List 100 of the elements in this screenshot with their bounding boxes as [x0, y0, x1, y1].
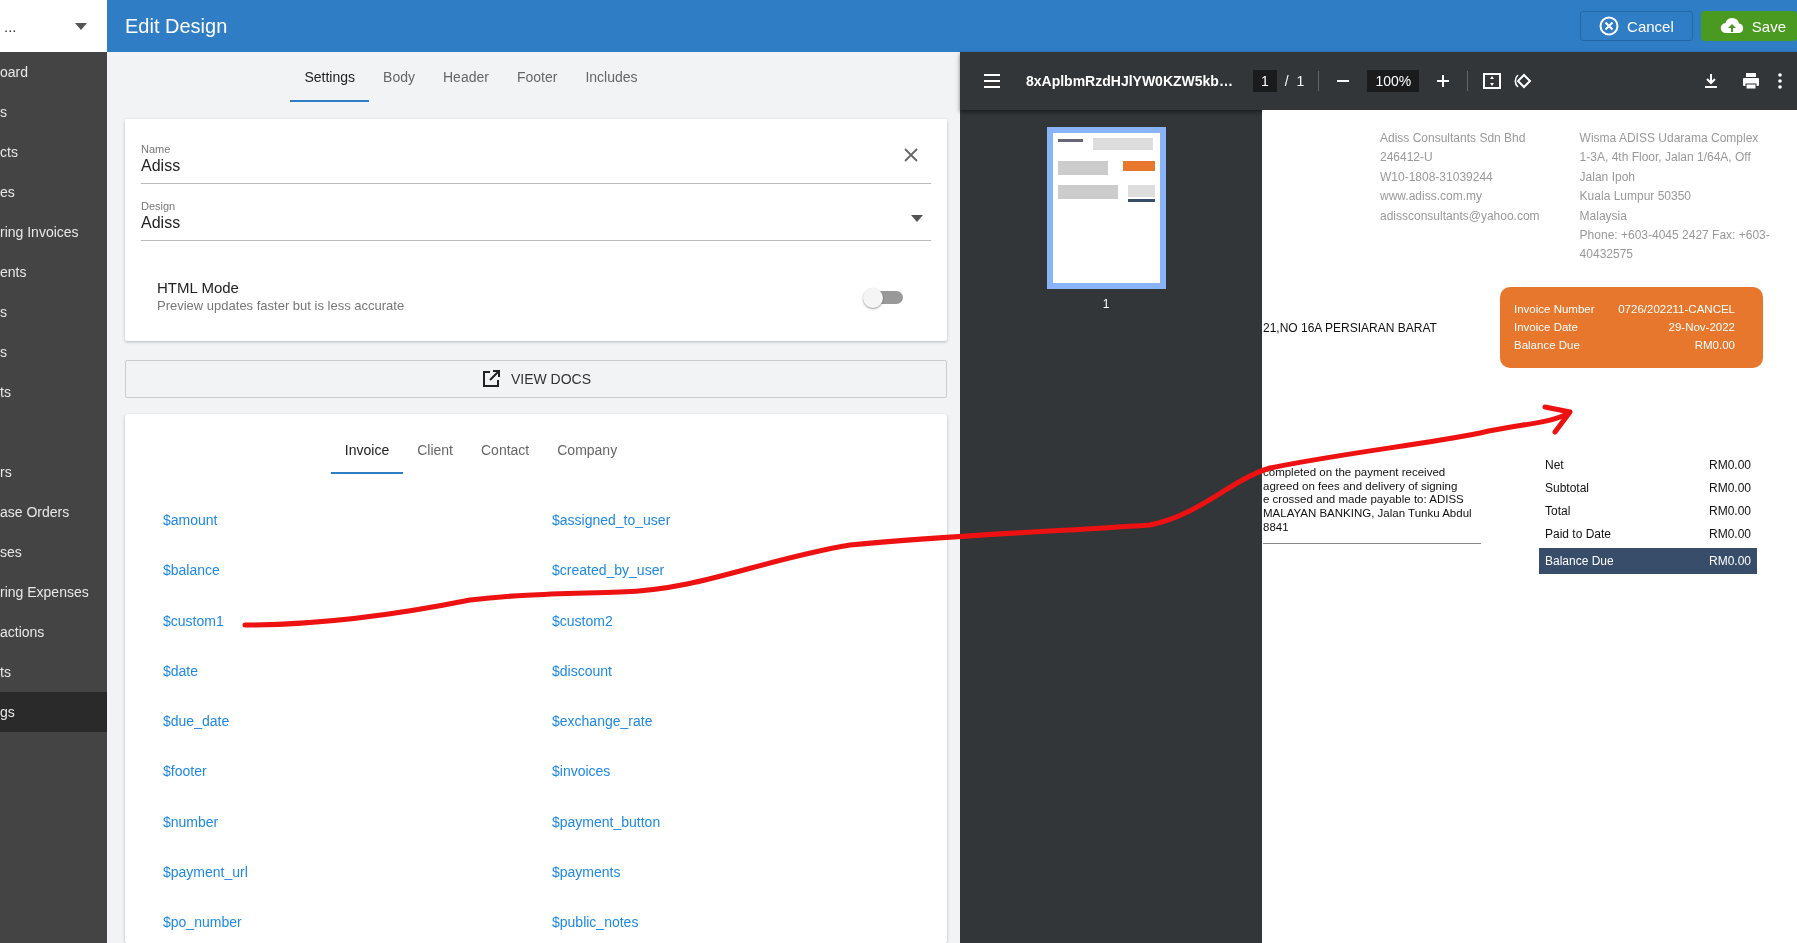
tab[interactable]: Client — [403, 428, 467, 474]
variable-link[interactable]: $invoices — [552, 763, 611, 814]
clear-icon[interactable] — [903, 147, 919, 163]
address-line: Phone: +603-4045 2427 Fax: +603- — [1579, 227, 1770, 245]
sidebar-item[interactable]: ents — [0, 252, 107, 292]
total-label: Balance Due — [1545, 553, 1614, 568]
setting-description: Preview updates faster but is less accurate — [157, 298, 405, 313]
view-docs-button[interactable]: VIEW DOCS — [125, 360, 947, 398]
company-selector[interactable]: ... — [0, 0, 107, 52]
summary-value: 0726/202211-CANCEL — [1618, 302, 1735, 315]
sidebar-item[interactable]: actions — [0, 612, 107, 652]
sidebar-item[interactable]: oard — [0, 52, 107, 92]
cancel-button[interactable]: Cancel — [1580, 11, 1693, 41]
summary-label: Balance Due — [1514, 338, 1581, 351]
total-value: RM0.00 — [1708, 553, 1751, 568]
tab[interactable]: Header — [429, 54, 503, 102]
sidebar-item[interactable]: s — [0, 292, 107, 332]
variable-link[interactable]: $balance — [163, 562, 220, 613]
address-line: Wisma ADISS Udarama Complex — [1579, 130, 1759, 147]
variable-link[interactable]: $date — [163, 662, 199, 714]
caret-icon — [911, 215, 923, 222]
sidebar-item[interactable]: ses — [0, 532, 107, 572]
company-info-line: adissconsultants@yahoo.com — [1380, 207, 1540, 225]
address-line: Jalan Ipoh — [1579, 168, 1635, 186]
sidebar-item[interactable]: s — [0, 92, 107, 132]
external-link-icon — [480, 369, 501, 389]
terms-line: 8841 — [1263, 521, 1289, 535]
print-icon[interactable] — [1741, 71, 1761, 91]
zoom-field[interactable]: 100% — [1367, 70, 1420, 92]
total-value: RM0.00 — [1708, 527, 1751, 542]
tab[interactable]: Invoice — [330, 428, 404, 474]
sidebar-item[interactable]: ts — [0, 652, 107, 692]
page-title: Edit Design — [125, 14, 229, 38]
summary-value: 29-Nov-2022 — [1668, 320, 1735, 333]
sidebar-item[interactable]: s — [0, 332, 107, 372]
total-label: Net — [1545, 458, 1564, 473]
variable-link[interactable]: $exchange_rate — [552, 713, 653, 764]
company-info-line: www.adiss.com.my — [1380, 188, 1483, 206]
save-button[interactable]: Save — [1700, 11, 1797, 41]
variable-link[interactable]: $payments — [552, 864, 621, 915]
variable-link[interactable]: $payment_button — [552, 813, 661, 865]
variable-link[interactable]: $assigned_to_user — [552, 512, 671, 563]
total-value: RM0.00 — [1708, 504, 1751, 519]
tab[interactable]: Contact — [467, 428, 544, 474]
sidebar-item[interactable]: ts — [0, 372, 107, 412]
address-line: 1-3A, 4th Floor, Jalan 1/64A, Off — [1579, 149, 1751, 167]
tab[interactable]: Includes — [571, 54, 652, 102]
total-value: RM0.00 — [1708, 458, 1751, 473]
variable-link[interactable]: $payment_url — [163, 864, 248, 915]
tab[interactable]: Settings — [290, 54, 370, 102]
fit-page-icon[interactable] — [1482, 71, 1503, 91]
company-info-line: 246412-U — [1380, 149, 1433, 167]
variable-link[interactable]: $discount — [552, 662, 612, 714]
setting-label: HTML Mode — [157, 279, 239, 296]
company-info-line: Adiss Consultants Sdn Bhd — [1380, 130, 1526, 147]
client-address: 21,NO 16A PERSIARAN BARAT — [1263, 320, 1438, 335]
page-number-field[interactable]: 1 — [1252, 70, 1277, 92]
company-info-line: W10-1808-31039244 — [1380, 168, 1493, 186]
variable-link[interactable]: $created_by_user — [552, 562, 665, 613]
variable-link[interactable]: $due_date — [163, 713, 230, 764]
summary-label: Invoice Number — [1514, 302, 1596, 315]
sidebar-item[interactable]: ring Expenses — [0, 572, 107, 612]
variable-link[interactable]: $public_notes — [552, 914, 639, 943]
total-label: Total — [1545, 504, 1571, 519]
menu-icon[interactable] — [982, 71, 1002, 91]
total-label: Subtotal — [1545, 481, 1590, 496]
terms-line: MALAYAN BANKING, Jalan Tunku Abdul — [1263, 507, 1472, 522]
page-count: 1 — [1296, 73, 1305, 89]
sidebar-item[interactable]: ring Invoices — [0, 212, 107, 252]
name-field[interactable]: Name Adiss — [141, 127, 931, 184]
sidebar-item[interactable]: ase Orders — [0, 492, 107, 532]
total-label: Paid to Date — [1545, 527, 1612, 542]
variable-link[interactable]: $footer — [163, 763, 207, 814]
variable-link[interactable]: $number — [163, 813, 219, 865]
terms-line: agreed on fees and delivery of signing — [1263, 479, 1458, 494]
page-separator: / — [1284, 73, 1289, 89]
address-line: Kuala Lumpur 50350 — [1579, 188, 1692, 206]
cloud-upload-icon — [1719, 16, 1744, 36]
sidebar-item[interactable]: rs — [0, 452, 107, 492]
tab[interactable]: Company — [543, 428, 632, 474]
caret-icon — [75, 22, 87, 30]
sidebar-item[interactable]: cts — [0, 132, 107, 172]
total-value: RM0.00 — [1708, 481, 1751, 496]
cancel-icon — [1599, 16, 1620, 36]
more-icon[interactable] — [1777, 71, 1783, 91]
page-thumbnail[interactable] — [1046, 127, 1166, 289]
summary-label: Invoice Date — [1514, 320, 1579, 333]
variable-link[interactable]: $custom1 — [163, 612, 224, 663]
summary-value: RM0.00 — [1694, 338, 1735, 351]
sidebar-item[interactable]: es — [0, 172, 107, 212]
tab[interactable]: Body — [369, 54, 429, 102]
sidebar-item[interactable]: gs — [0, 692, 107, 732]
design-dropdown[interactable]: Design Adiss — [141, 184, 931, 241]
variable-link[interactable]: $amount — [163, 512, 218, 563]
tab[interactable]: Footer — [502, 54, 572, 102]
variable-link[interactable]: $po_number — [163, 914, 242, 943]
address-line: 40432575 — [1579, 246, 1633, 264]
address-line: Malaysia — [1579, 207, 1627, 225]
variable-link[interactable]: $custom2 — [552, 612, 613, 663]
terms-line: completed on the payment received — [1263, 465, 1446, 480]
